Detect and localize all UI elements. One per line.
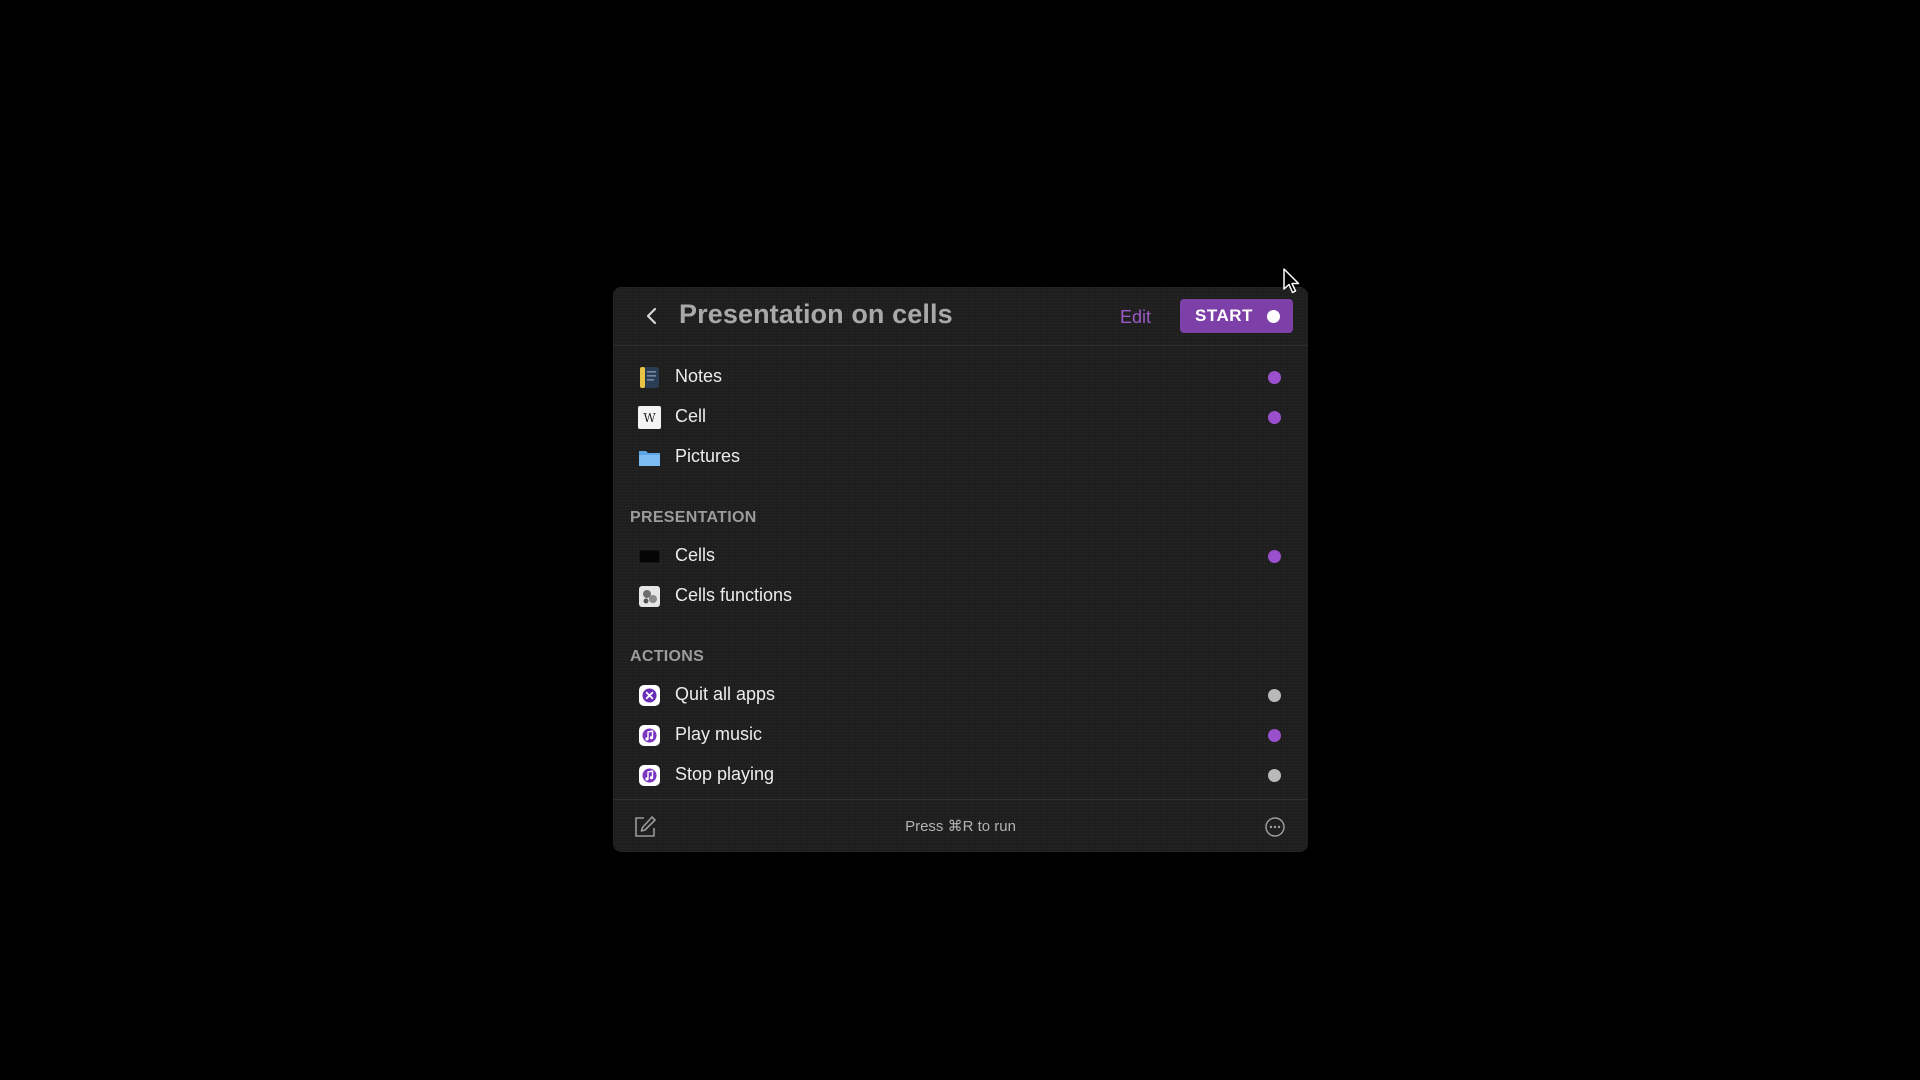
list-item-label: Cells [675,545,716,565]
panel-header: Presentation on cells Edit START [613,287,1308,346]
status-dot-active [1268,371,1281,384]
run-hint: Press ⌘R to run [905,818,1016,835]
quit-shortcut-icon [639,685,660,706]
start-status-dot [1267,310,1280,323]
music-shortcut-icon [639,765,660,786]
list-item-label: Pictures [675,446,741,466]
list-item-notes[interactable]: Notes [613,357,1308,397]
folder-icon [639,451,660,466]
start-button[interactable]: START [1180,299,1293,333]
keynote-file-icon [638,549,661,564]
edit-button[interactable]: Edit [1120,307,1151,328]
page-title: Presentation on cells [679,299,953,329]
list-item-pictures[interactable]: Pictures [613,437,1308,477]
wikipedia-icon: W [638,406,661,429]
section-header-actions: ACTIONS [630,648,705,665]
status-dot-inactive [1268,689,1281,702]
status-dot-inactive [1268,769,1281,782]
panel-footer: Press ⌘R to run [613,799,1308,853]
status-dot-active [1268,729,1281,742]
list-item-label: Cell [675,406,707,426]
mouse-cursor-icon [1283,268,1300,294]
image-file-icon [639,586,660,607]
list-item-play-music[interactable]: Play music [613,715,1308,755]
start-button-label: START [1195,306,1253,325]
back-button[interactable] [637,301,667,331]
list-item-label: Notes [675,366,723,386]
list-item-label: Stop playing [675,764,775,784]
section-header-presentation: PRESENTATION [630,509,757,526]
list-item-cells-functions[interactable]: Cells functions [613,576,1308,616]
screen: Presentation on cells Edit START Notes W [0,0,1920,1080]
list-item-stop-playing[interactable]: Stop playing [613,755,1308,795]
chevron-left-icon [646,307,657,325]
notes-app-icon [640,367,659,388]
list-item-label: Play music [675,724,763,744]
status-dot-active [1268,550,1281,563]
status-dot-active [1268,411,1281,424]
list-item-cell[interactable]: W Cell [613,397,1308,437]
svg-text:W: W [643,411,656,425]
list-item-label: Quit all apps [675,684,776,704]
music-shortcut-icon [639,725,660,746]
list-item-cells[interactable]: Cells [613,536,1308,576]
list-item-quit-all-apps[interactable]: Quit all apps [613,675,1308,715]
list-item-label: Cells functions [675,585,793,605]
launcher-panel: Presentation on cells Edit START Notes W [613,287,1308,852]
more-options-icon[interactable] [1264,816,1286,838]
